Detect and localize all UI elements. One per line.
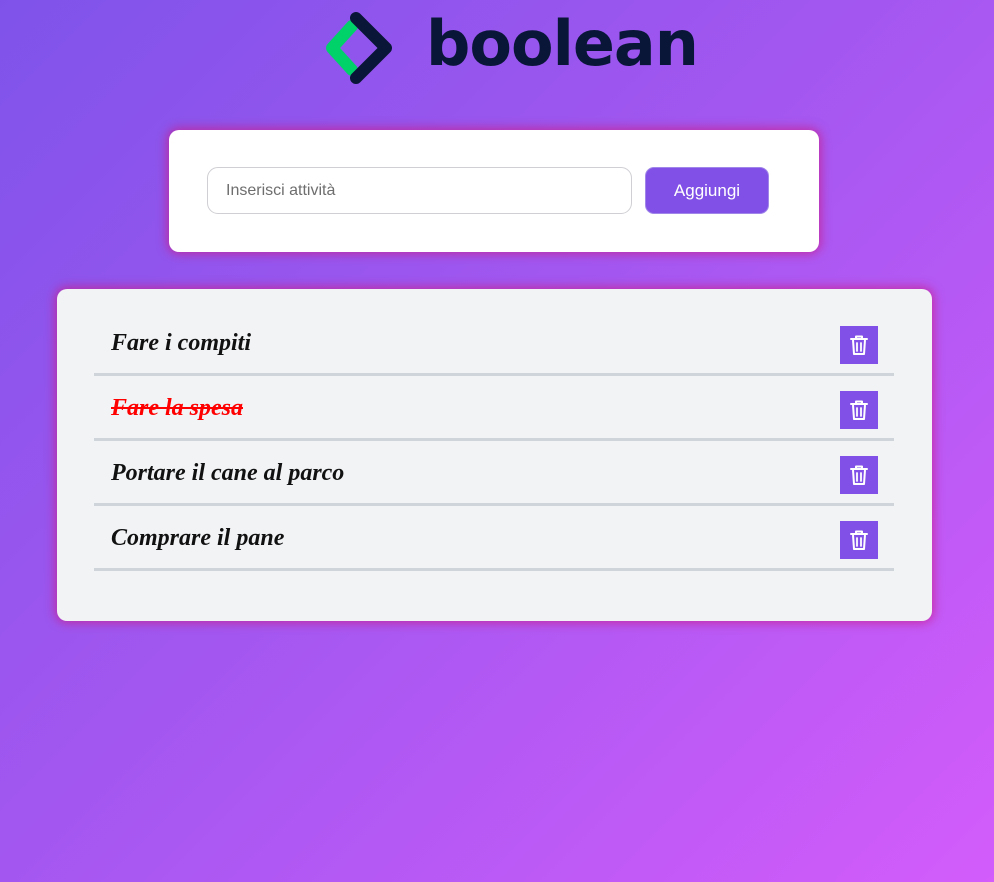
delete-button[interactable] (840, 326, 878, 364)
todo-text[interactable]: Fare i compiti (111, 330, 251, 357)
todo-item: Comprare il pane (94, 506, 894, 571)
todo-item: Fare la spesa (94, 376, 894, 441)
delete-button[interactable] (840, 456, 878, 494)
delete-button[interactable] (840, 521, 878, 559)
task-input[interactable] (207, 167, 632, 214)
trash-icon (850, 400, 868, 420)
add-task-card: Aggiungi (169, 130, 819, 252)
add-task-button[interactable]: Aggiungi (645, 167, 769, 214)
todo-text-completed[interactable]: Fare la spesa (111, 395, 243, 422)
trash-icon (850, 530, 868, 550)
logo-mark-icon (326, 12, 392, 84)
todo-text[interactable]: Portare il cane al parco (111, 460, 344, 487)
logo-wordmark: boolean (426, 7, 699, 80)
todo-item: Fare i compiti (94, 311, 894, 376)
todo-list: Fare i compiti Fare la spesa Portare il … (94, 311, 894, 571)
trash-icon (850, 335, 868, 355)
todo-list-card: Fare i compiti Fare la spesa Portare il … (57, 289, 932, 621)
trash-icon (850, 465, 868, 485)
delete-button[interactable] (840, 391, 878, 429)
todo-text[interactable]: Comprare il pane (111, 525, 284, 552)
boolean-logo: boolean (318, 7, 699, 88)
todo-item: Portare il cane al parco (94, 441, 894, 506)
